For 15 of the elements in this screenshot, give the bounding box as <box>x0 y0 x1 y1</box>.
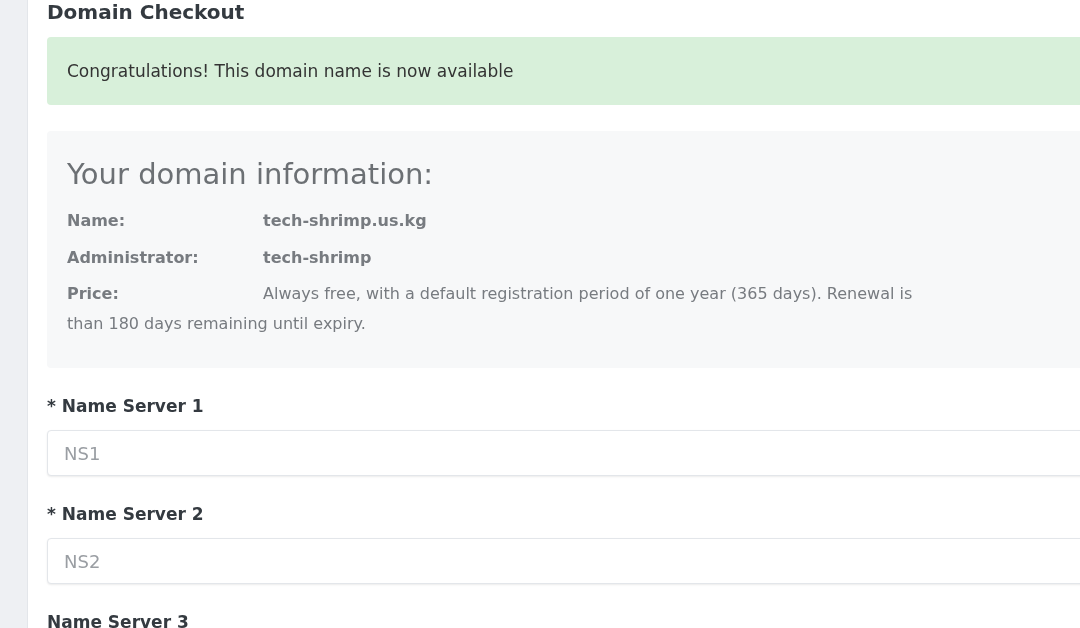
info-label: Price: <box>67 283 120 305</box>
info-value: tech-shrimp <box>263 248 372 267</box>
field-label: Name Server 3 <box>47 612 189 628</box>
info-value: tech-shrimp.us.kg <box>263 211 427 230</box>
name-server-field[interactable]: NS1 <box>47 430 1080 476</box>
info-label: Administrator: <box>67 247 200 269</box>
field-label: * Name Server 1 <box>47 396 204 416</box>
name-server-field[interactable]: NS2 <box>47 538 1080 584</box>
success-alert: Congratulations! This domain name is now available <box>47 37 1080 105</box>
page-title: Domain Checkout <box>47 0 246 24</box>
info-value: than 180 days remaining until expiry. <box>67 313 367 335</box>
info-value: Always free, with a default registration period of one year (365 days). Renewal is <box>263 284 913 303</box>
info-label: Name: <box>67 210 127 232</box>
field-label: * Name Server 2 <box>47 504 204 524</box>
card-title: Your domain information: <box>67 157 435 191</box>
